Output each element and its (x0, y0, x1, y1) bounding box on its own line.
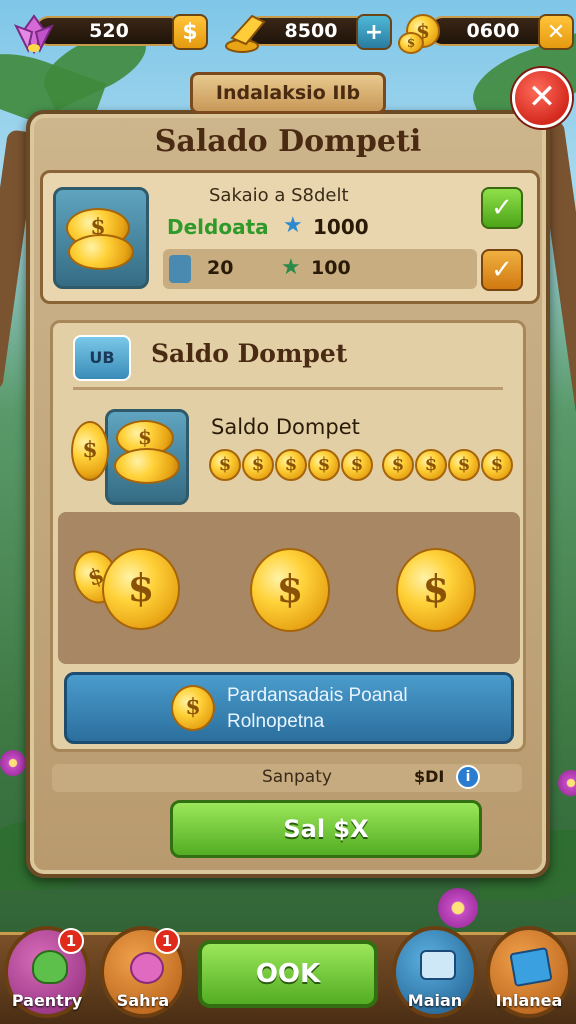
close-button[interactable]: ✕ (512, 68, 572, 128)
notification-badge: 1 (154, 928, 180, 954)
coin-icon: $ (275, 449, 307, 481)
check-icon: ✓ (491, 255, 513, 285)
summary-row2-value: 100 (311, 257, 351, 279)
nav-label: Paentry (11, 991, 83, 1010)
summary-row2: 20 ★ 100 (163, 249, 477, 289)
gold-bar-icon (222, 10, 266, 54)
coin-icon: $ (209, 449, 241, 481)
coin-icon: $ (242, 449, 274, 481)
coins-display: $ $ $ $ (58, 512, 520, 664)
ok-button[interactable]: OOK (198, 940, 378, 1008)
coin-icon: $ (415, 449, 447, 481)
check-icon: ✓ (491, 193, 513, 223)
nav-item-sahra[interactable]: 1 Sahra (100, 926, 186, 1018)
coin-icon: $ (341, 449, 373, 481)
card-icon (169, 255, 191, 283)
summary-row-label: Sanpaty (262, 767, 332, 787)
wallet-subheading: Saldo Dompet (211, 415, 360, 439)
gems-resource: 520 $ (8, 12, 208, 55)
nav-label: Inlanea (495, 991, 563, 1010)
coin-icon: $ (308, 449, 340, 481)
crystal-icon (130, 952, 164, 984)
confirm-button-1[interactable]: ✓ (481, 187, 523, 229)
close-icon: ✕ (527, 77, 557, 117)
summary-row1-value: 1000 (313, 215, 369, 239)
crystal-flower-icon (8, 10, 55, 55)
wallet-tag: UB (73, 335, 131, 381)
dollar-icon: $ (182, 20, 198, 45)
divider (73, 387, 503, 390)
dialog-title-tag: Indalaksio IIb (190, 72, 386, 114)
coin-icon: $ (382, 449, 414, 481)
coins-resource: 0600 $ $ ✕ (398, 12, 576, 54)
summary-heading: Sakaio a S8delt (209, 185, 349, 206)
add-coins-button[interactable]: ✕ (538, 14, 574, 50)
large-coin-icon: $ (250, 548, 330, 632)
chat-icon (420, 950, 456, 980)
gift-box-icon (509, 946, 553, 988)
notification-badge: 1 (58, 928, 84, 954)
info-line-1: Pardansadais Poanal (227, 685, 408, 706)
large-coin-icon: $ (102, 548, 180, 630)
star-icon: ★ (281, 255, 301, 280)
add-gold-button[interactable]: + (356, 14, 392, 50)
wallet-heading: Saldo Dompet (151, 339, 348, 368)
coin-stack-thumbnail: $ (105, 409, 189, 505)
info-bar[interactable]: $ Pardansadais Poanal Rolnopetna (64, 672, 514, 744)
coin-icon: $ (448, 449, 480, 481)
info-line-2: Rolnopetna (227, 711, 325, 732)
coin-stack-icon: $ $ (398, 10, 442, 54)
confirm-button-2[interactable]: ✓ (481, 249, 523, 291)
summary-row-value: $DI (414, 767, 445, 786)
info-icon[interactable]: i (456, 765, 480, 789)
plus-icon: ✕ (546, 20, 566, 45)
frog-icon (32, 950, 68, 984)
nav-item-inlanea[interactable]: Inlanea (486, 926, 572, 1018)
summary-label: Deldoata (167, 215, 269, 239)
action-button[interactable]: Sal $X (170, 800, 482, 858)
coin-icon: $ (171, 685, 215, 731)
star-icon: ★ (283, 213, 303, 238)
nav-label: Maian (407, 991, 463, 1010)
summary-box: $ Sakaio a S8delt Deldoata ★ 1000 ✓ 20 ★… (40, 170, 540, 304)
nav-label: Sahra (116, 991, 170, 1010)
nav-item-maian[interactable]: Maian (392, 926, 478, 1018)
large-coin-icon: $ (396, 548, 476, 632)
gold-resource: 8500 + (222, 12, 392, 53)
summary-row2-left-value: 20 (207, 257, 234, 279)
coin-icon: $ (71, 421, 109, 481)
plus-icon: + (364, 20, 384, 45)
add-gems-button[interactable]: $ (172, 14, 208, 50)
dialog-title: Salado Dompeti (154, 124, 422, 159)
coin-row: $ $ $ $ $ $ $ $ $ (209, 449, 513, 483)
nav-item-paentry[interactable]: 1 Paentry (4, 926, 90, 1018)
summary-row: Sanpaty $DI i (52, 764, 522, 792)
coin-stack-thumbnail: $ (53, 187, 149, 289)
coin-icon: $ (481, 449, 513, 481)
resource-bar: 520 $ 8500 + 0600 $ $ ✕ (8, 6, 574, 55)
